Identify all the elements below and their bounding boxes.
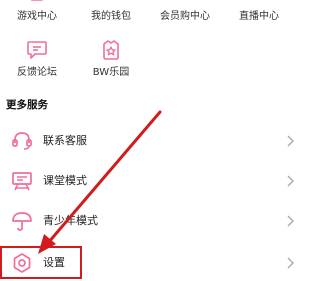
list-item-teen-mode[interactable]: 青少年模式 <box>0 203 296 239</box>
live-tv-icon <box>222 0 296 2</box>
wallet-icon <box>74 0 148 2</box>
classroom-board-icon <box>10 170 34 192</box>
umbrella-icon <box>10 210 34 232</box>
gamepad-icon <box>0 0 74 2</box>
grid-item-feedback-forum[interactable]: 反馈论坛 <box>0 38 74 84</box>
chevron-right-icon <box>287 257 294 269</box>
second-grid-row: 反馈论坛 BW乐园 <box>0 38 296 84</box>
shopping-bag-icon <box>148 0 222 2</box>
chevron-right-icon <box>287 135 294 147</box>
top-grid-row: 游戏中心 我的钱包 会员购中心 直播中心 <box>0 0 296 24</box>
grid-item-bw-park[interactable]: BW乐园 <box>74 38 148 84</box>
grid-label: 我的钱包 <box>91 11 131 22</box>
star-badge-icon <box>74 39 148 61</box>
chevron-right-icon <box>287 175 294 187</box>
list-item-label: 课堂模式 <box>43 174 87 187</box>
grid-label: 会员购中心 <box>160 11 210 22</box>
list-item-classroom-mode[interactable]: 课堂模式 <box>0 163 296 199</box>
grid-label: 反馈论坛 <box>17 67 57 78</box>
feedback-chat-icon <box>0 40 74 60</box>
chevron-right-icon <box>287 215 294 227</box>
list-item-label: 联系客服 <box>43 134 87 147</box>
grid-label: 直播中心 <box>239 11 279 22</box>
highlight-box <box>0 246 82 279</box>
grid-label: 游戏中心 <box>17 11 57 22</box>
list-item-label: 青少年模式 <box>43 214 98 227</box>
grid-label: BW乐园 <box>92 67 130 78</box>
more-services-title: 更多服务 <box>6 99 48 111</box>
list-item-contact-support[interactable]: 联系客服 <box>0 123 296 159</box>
headset-icon <box>10 130 34 152</box>
